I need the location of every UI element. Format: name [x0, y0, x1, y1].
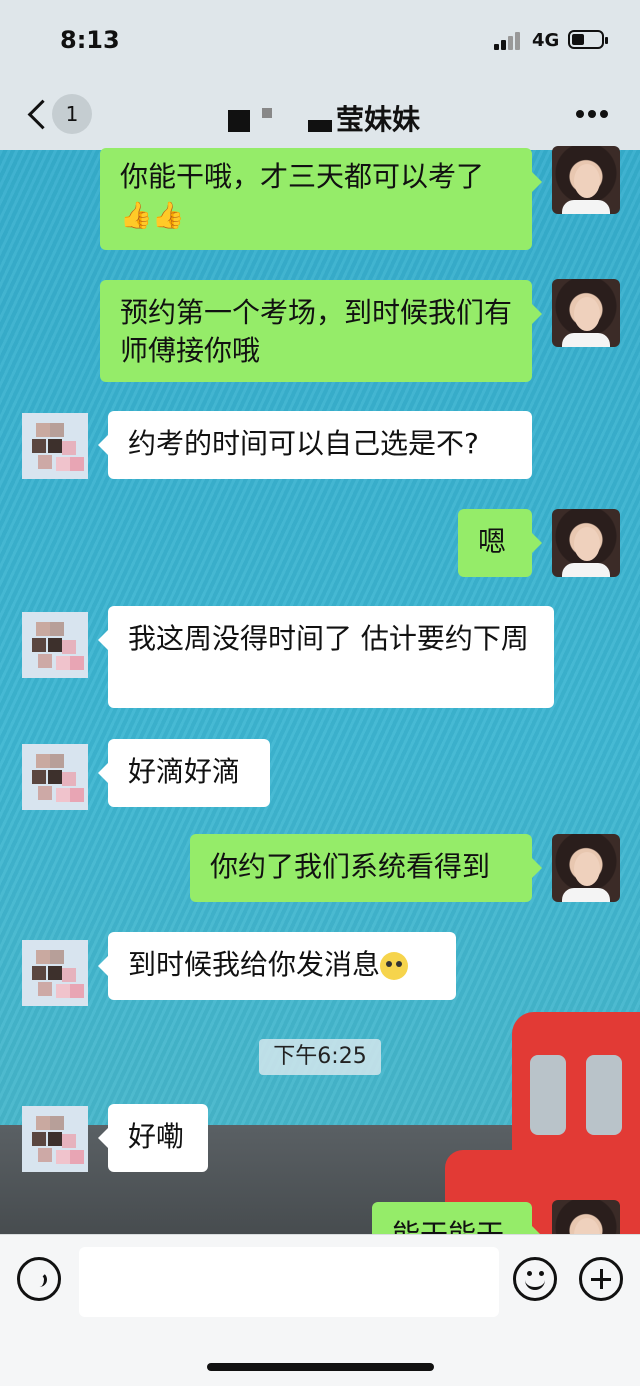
background-car-window: [586, 1055, 622, 1135]
voice-input-icon[interactable]: [17, 1257, 61, 1301]
message-bubble-contact[interactable]: 好滴好滴: [98, 739, 270, 807]
my-avatar[interactable]: [552, 146, 620, 214]
chat-title: 莹妹妹: [336, 103, 421, 136]
message-text: 预约第一个考场，到时候我们有师傅接你哦: [120, 296, 513, 367]
message-bubble-contact[interactable]: 好嘞: [98, 1104, 208, 1172]
battery-icon: [568, 30, 608, 49]
thinking-face-emoji: [380, 952, 409, 980]
contact-avatar[interactable]: [22, 612, 88, 678]
contact-avatar[interactable]: [22, 413, 88, 479]
more-options-icon[interactable]: [572, 110, 612, 120]
message-text: 你能干哦，才三天都可以考了: [120, 160, 485, 193]
message-text: 嗯: [478, 525, 507, 558]
thumbs-up-emoji: 👍👍: [120, 201, 185, 231]
my-avatar[interactable]: [552, 834, 620, 902]
back-chevron-icon[interactable]: [22, 98, 52, 132]
status-bar: 8:13 4G: [0, 0, 640, 80]
unread-badge[interactable]: 1: [52, 94, 92, 134]
message-input-bar: [0, 1234, 640, 1386]
message-bubble-me[interactable]: 嗯: [458, 509, 542, 577]
my-avatar[interactable]: [552, 279, 620, 347]
signal-icon: [494, 30, 522, 50]
message-text: 我这周没得时间了 估计要约下周: [128, 622, 529, 655]
message-bubble-contact[interactable]: 约考的时间可以自己选是不?: [98, 411, 532, 479]
plus-icon[interactable]: [579, 1257, 623, 1301]
redaction-mask: [308, 120, 332, 132]
message-text: 好嘞: [128, 1120, 185, 1153]
emoji-icon[interactable]: [513, 1257, 557, 1301]
status-time: 8:13: [60, 26, 120, 54]
message-text: 到时候我给你发消息: [128, 948, 381, 981]
home-indicator: [207, 1363, 434, 1371]
message-input[interactable]: [79, 1247, 499, 1317]
message-text: 你约了我们系统看得到: [210, 850, 491, 883]
redaction-mask: [228, 110, 250, 132]
redaction-mask: [262, 108, 272, 118]
background-car-window: [530, 1055, 566, 1135]
message-bubble-contact[interactable]: 我这周没得时间了 估计要约下周: [98, 606, 554, 708]
contact-avatar[interactable]: [22, 940, 88, 1006]
message-text: 约考的时间可以自己选是不?: [128, 427, 479, 460]
contact-avatar[interactable]: [22, 744, 88, 810]
message-bubble-me[interactable]: 你约了我们系统看得到: [190, 834, 542, 902]
message-bubble-contact[interactable]: 到时候我给你发消息: [98, 932, 456, 1000]
chat-header: 1 莹妹妹: [0, 80, 640, 150]
contact-avatar[interactable]: [22, 1106, 88, 1172]
message-bubble-me[interactable]: 预约第一个考场，到时候我们有师傅接你哦: [100, 280, 542, 382]
my-avatar[interactable]: [552, 509, 620, 577]
network-type: 4G: [532, 30, 560, 51]
message-timestamp: 下午6:25: [259, 1039, 381, 1075]
message-text: 好滴好滴: [128, 755, 241, 788]
message-bubble-me[interactable]: 你能干哦，才三天都可以考了 👍👍: [100, 148, 542, 250]
